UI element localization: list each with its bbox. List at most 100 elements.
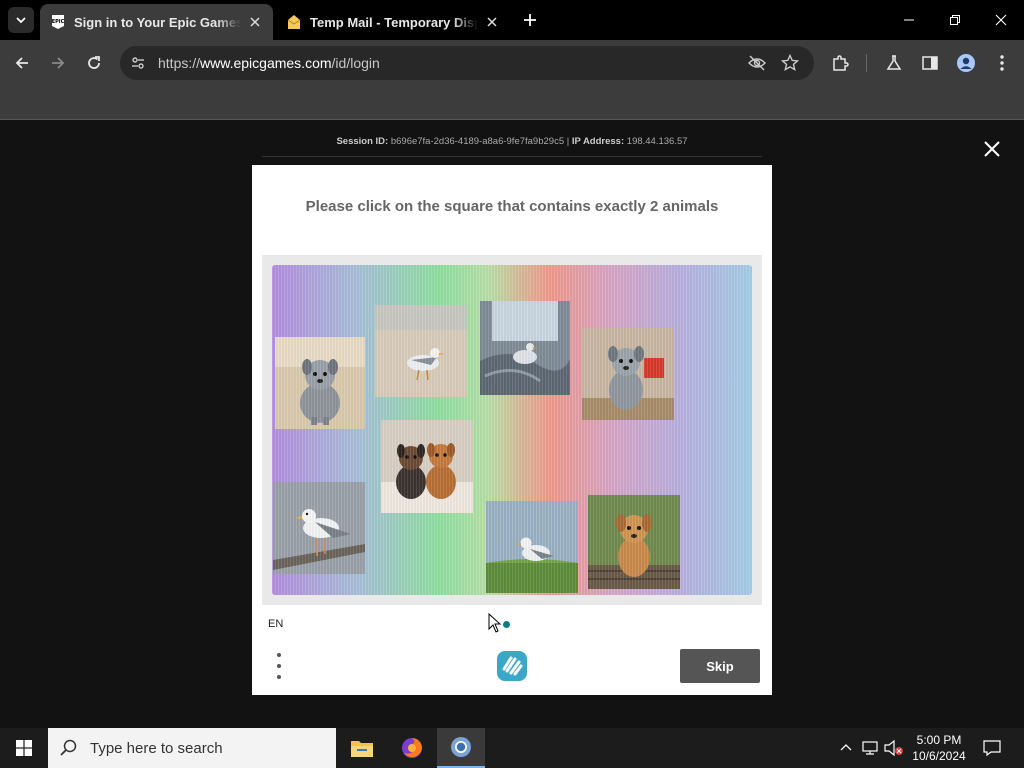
tab-epic-games-login[interactable]: EPIC Sign in to Your Epic Games acc	[40, 4, 273, 40]
close-icon	[995, 14, 1007, 26]
search-placeholder: Type here to search	[90, 739, 223, 757]
toolbar-divider	[866, 54, 867, 72]
restore-button[interactable]	[943, 8, 967, 32]
url-text: https://www.epicgames.com/id/login	[158, 55, 380, 71]
site-settings-icon[interactable]	[130, 55, 146, 76]
temp-mail-icon	[286, 14, 302, 30]
url-scheme: https://	[158, 55, 201, 71]
windows-taskbar: Type here to search 5:00 PM 10/6/2024	[0, 728, 1024, 768]
profile-avatar-icon	[957, 54, 975, 72]
bookmark-star-icon[interactable]	[780, 53, 800, 77]
close-icon	[984, 141, 1000, 157]
mouse-cursor-icon	[488, 613, 502, 633]
tab-title: Sign in to Your Epic Games acc	[74, 14, 241, 30]
eye-slash-icon[interactable]	[748, 55, 766, 76]
reload-button[interactable]	[82, 51, 106, 75]
close-tab-icon[interactable]	[484, 14, 500, 30]
tile-puppy-grey-beach[interactable]	[275, 337, 365, 429]
close-dialog-button[interactable]	[981, 138, 1003, 160]
captcha-card: Please click on the square that contains…	[252, 165, 772, 695]
language-selector[interactable]: EN	[268, 618, 283, 630]
captcha-stage	[262, 255, 762, 605]
more-vertical-icon	[1000, 55, 1004, 71]
browser-menu-button[interactable]	[990, 51, 1014, 75]
restore-icon	[950, 15, 960, 25]
labs-button[interactable]	[882, 51, 906, 75]
close-tab-icon[interactable]	[247, 14, 263, 30]
taskbar-chrome[interactable]	[437, 728, 485, 768]
network-tray-icon[interactable]	[860, 738, 880, 758]
tile-puppy-grey-room[interactable]	[582, 328, 674, 420]
epic-games-icon: EPIC	[50, 14, 66, 30]
tile-seagull-grass[interactable]	[486, 501, 578, 593]
minimize-icon	[904, 19, 914, 21]
arrow-left-icon	[15, 57, 28, 69]
clock-time: 5:00 PM	[916, 733, 962, 747]
flask-icon	[886, 55, 902, 70]
session-id-label: Session ID:	[336, 136, 389, 147]
volume-muted-icon	[884, 740, 903, 756]
url-path: /id/login	[331, 55, 380, 71]
show-hidden-icons-button[interactable]	[836, 738, 856, 758]
side-panel-button[interactable]	[918, 51, 942, 75]
menu-dot	[277, 675, 281, 679]
ip-address-label: IP Address:	[571, 136, 625, 147]
windows-logo-icon	[16, 740, 32, 756]
taskbar-firefox[interactable]	[388, 728, 436, 768]
extensions-button[interactable]	[828, 51, 852, 75]
chrome-icon	[451, 737, 471, 757]
taskbar-search-box[interactable]: Type here to search	[48, 728, 336, 768]
search-icon	[60, 739, 77, 756]
firefox-icon	[402, 738, 422, 758]
address-bar[interactable]: https://www.epicgames.com/id/login	[120, 46, 814, 80]
captcha-image-canvas[interactable]	[272, 265, 752, 595]
notification-icon	[983, 740, 1001, 757]
new-tab-button[interactable]	[520, 10, 540, 30]
tile-two-puppies[interactable]	[381, 420, 473, 513]
browser-tab-strip: EPIC Sign in to Your Epic Games acc Temp…	[0, 0, 1024, 40]
taskbar-file-explorer[interactable]	[338, 728, 386, 768]
tab-temp-mail[interactable]: Temp Mail - Temporary Dispos	[276, 4, 510, 40]
chevron-down-icon	[16, 17, 26, 24]
captcha-prompt: Please click on the square that contains…	[305, 198, 719, 215]
browser-toolbar: https://www.epicgames.com/id/login	[0, 40, 1024, 86]
bookmarks-bar	[0, 86, 1024, 120]
notifications-button[interactable]	[982, 738, 1002, 758]
skip-button[interactable]: Skip	[680, 649, 760, 683]
forward-button[interactable]	[46, 51, 70, 75]
session-info: Session ID: b696e7fa-2d36-4189-a8a6-9fe7…	[336, 136, 688, 147]
volume-tray-icon[interactable]	[884, 738, 904, 758]
captcha-menu-button[interactable]	[272, 653, 286, 679]
url-domain: www.epicgames.com	[200, 55, 332, 71]
tile-puppy-golden-bench[interactable]	[588, 495, 680, 589]
network-icon	[862, 741, 878, 755]
ip-address-value: 198.44.136.57	[626, 136, 688, 147]
minimize-button[interactable]	[897, 8, 921, 32]
page-viewport: Session ID: b696e7fa-2d36-4189-a8a6-9fe7…	[0, 121, 1024, 728]
session-id-value: b696e7fa-2d36-4189-a8a6-9fe7fa9b29c5	[390, 136, 565, 147]
tile-seagull-beach[interactable]	[375, 305, 467, 397]
start-button[interactable]	[0, 728, 48, 768]
tab-title: Temp Mail - Temporary Dispos	[310, 14, 478, 30]
taskbar-clock[interactable]: 5:00 PM 10/6/2024	[906, 732, 972, 764]
close-window-button[interactable]	[989, 8, 1013, 32]
tab-search-button[interactable]	[8, 7, 34, 33]
chevron-up-icon	[840, 744, 852, 751]
captcha-provider-logo[interactable]	[495, 649, 529, 683]
svg-text:EPIC: EPIC	[52, 19, 65, 25]
tile-seagull-railing[interactable]	[273, 482, 365, 574]
side-panel-icon	[922, 56, 938, 70]
menu-dot	[277, 653, 281, 657]
arrow-right-icon	[52, 57, 65, 69]
divider	[262, 156, 762, 157]
status-dot	[503, 621, 510, 628]
back-button[interactable]	[10, 51, 34, 75]
puzzle-icon	[833, 55, 849, 71]
plus-icon	[524, 14, 536, 26]
menu-dot	[277, 664, 281, 668]
reload-icon	[88, 56, 100, 69]
folder-icon	[351, 741, 373, 757]
profile-button[interactable]	[954, 51, 978, 75]
clock-date: 10/6/2024	[912, 749, 966, 763]
tile-seagull-bed[interactable]	[480, 301, 570, 395]
